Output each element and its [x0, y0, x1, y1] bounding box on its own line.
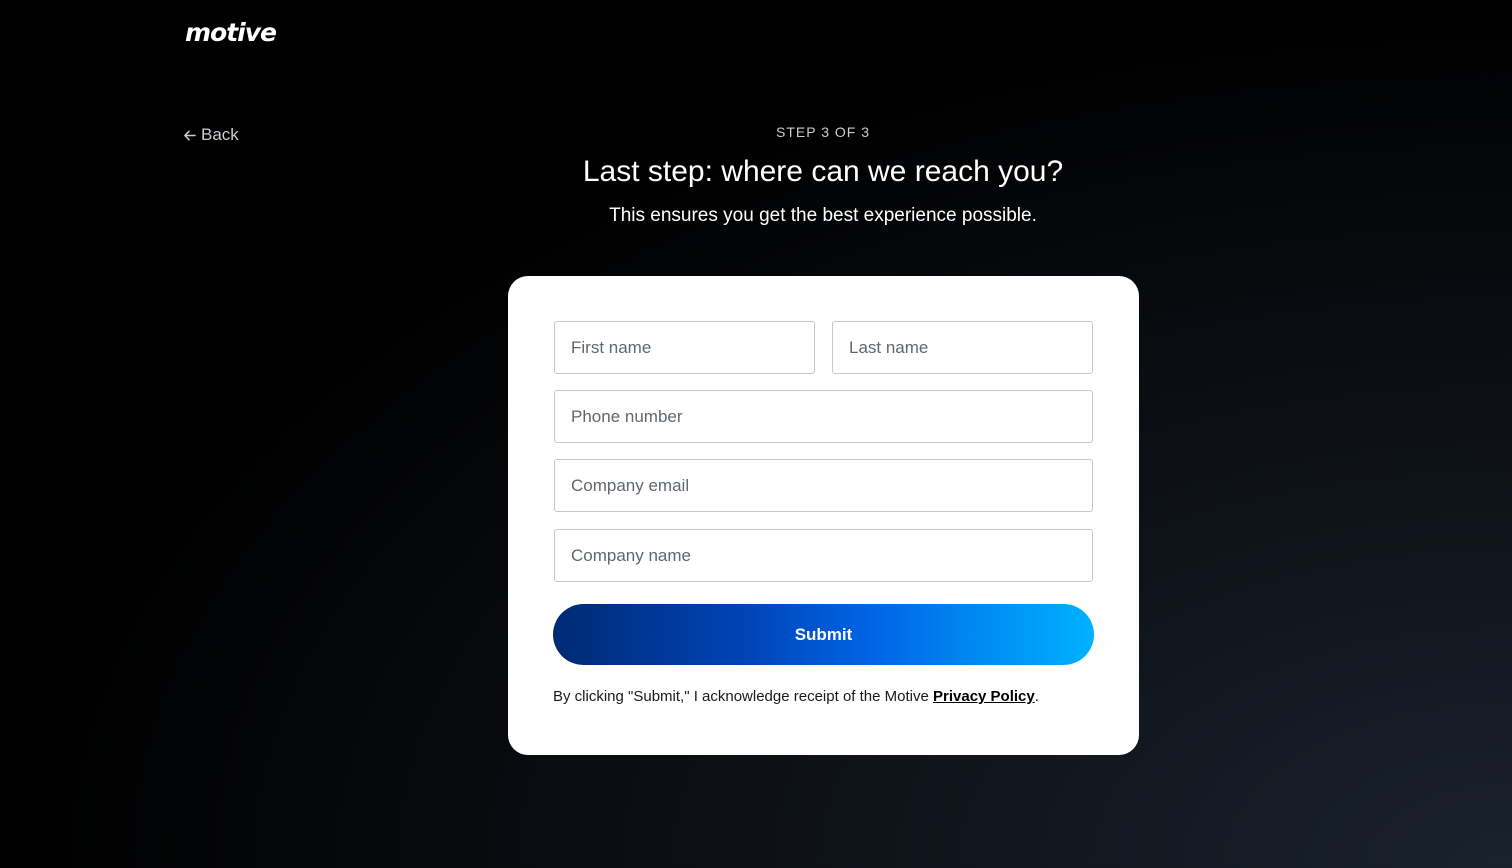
privacy-policy-link[interactable]: Privacy Policy [933, 688, 1035, 705]
company-email-field[interactable] [554, 459, 1093, 512]
last-name-field[interactable] [832, 321, 1093, 374]
legal-text: By clicking "Submit," I acknowledge rece… [553, 688, 933, 705]
motive-logo[interactable]: motive [185, 18, 277, 47]
legal-notice: By clicking "Submit," I acknowledge rece… [553, 688, 1039, 705]
contact-form-card: Submit By clicking "Submit," I acknowled… [508, 276, 1139, 755]
first-name-field[interactable] [554, 321, 815, 374]
step-indicator: STEP 3 OF 3 [776, 124, 870, 140]
submit-button[interactable]: Submit [553, 604, 1094, 665]
page-title: Last step: where can we reach you? [582, 155, 1064, 188]
phone-number-field[interactable] [554, 390, 1093, 443]
company-name-field[interactable] [554, 529, 1093, 582]
page-subtitle: This ensures you get the best experience… [609, 205, 1037, 226]
legal-suffix: . [1034, 688, 1039, 705]
